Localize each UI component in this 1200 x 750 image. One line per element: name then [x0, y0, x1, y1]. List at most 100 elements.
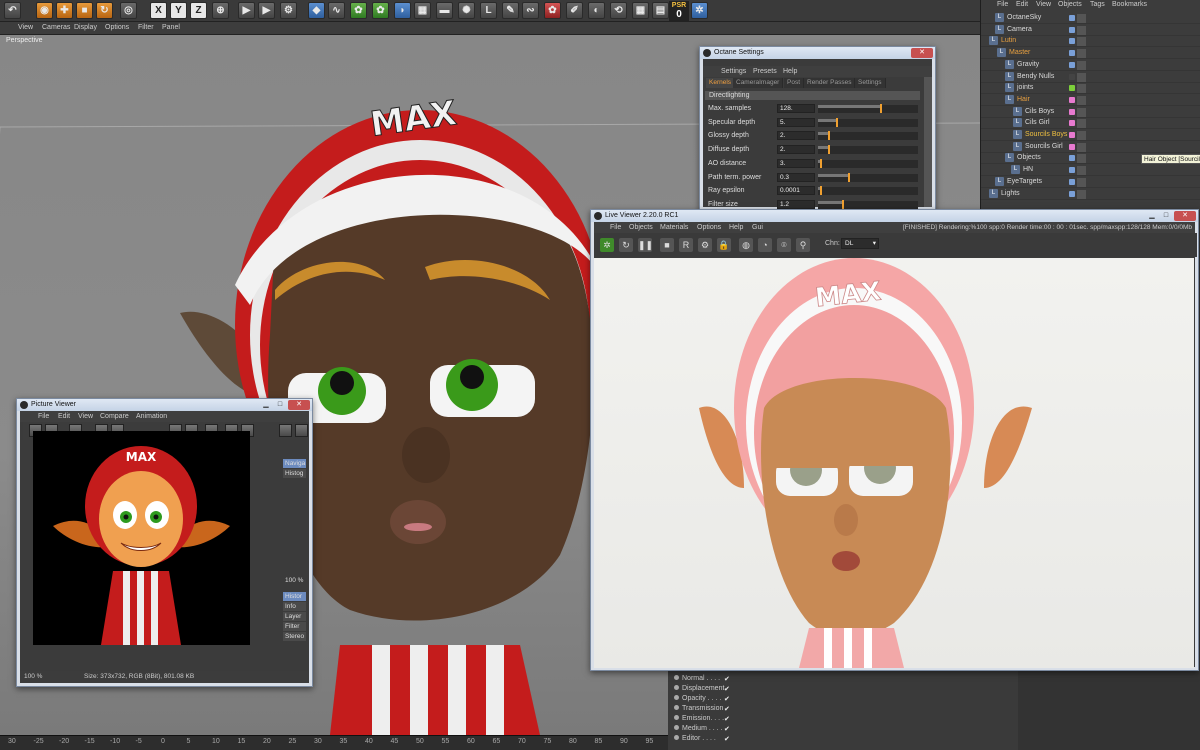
visibility-toggle[interactable] — [1077, 189, 1086, 199]
param-value-field[interactable]: 1.2 — [777, 199, 815, 209]
pv-tab-stereo[interactable]: Stereo — [283, 632, 306, 641]
pv-tab-filter[interactable]: Filter — [283, 622, 306, 631]
visibility-toggle[interactable] — [1077, 142, 1086, 152]
lv-menu-objects[interactable]: Objects — [629, 224, 653, 231]
octane-icon[interactable]: ✲ — [691, 2, 708, 19]
layer-color-swatch[interactable] — [1069, 108, 1075, 115]
rotate-icon[interactable]: ↻ — [96, 2, 113, 19]
layer-color-swatch[interactable] — [1069, 167, 1075, 174]
param-value-field[interactable]: 0.0001 — [777, 186, 815, 196]
param-slider[interactable] — [818, 186, 918, 196]
channel-medium[interactable]: Medium . . . . ✔ — [674, 725, 730, 733]
viewport-menu-filter[interactable]: Filter — [138, 24, 154, 31]
pv-tab-navigator[interactable]: Naviga — [283, 459, 306, 468]
layer-color-swatch[interactable] — [1069, 143, 1075, 150]
timeline-ruler[interactable]: 30 -25 -20 -15 -10 -5 0 5 10 15 20 25 30 35 40 45 50 55 60… — [0, 735, 683, 750]
live-viewer-titlebar[interactable]: Live Viewer 2.20.0 RC1 ▁ □ ✕ — [591, 210, 1198, 222]
visibility-toggle[interactable] — [1077, 14, 1086, 23]
tab-kernels[interactable]: Kernels — [706, 78, 736, 88]
object-picker-icon[interactable]: ⚲ — [796, 238, 810, 252]
tab-render-passes[interactable]: Render Passes — [804, 78, 856, 88]
visibility-toggle[interactable] — [1077, 72, 1086, 82]
region-render-icon[interactable]: R — [679, 238, 693, 252]
layer-color-swatch[interactable] — [1069, 50, 1075, 57]
param-slider[interactable] — [818, 117, 918, 127]
picture-viewer-close-button[interactable]: ✕ — [288, 400, 310, 410]
restart-render-icon[interactable]: ↻ — [619, 238, 633, 252]
spline-icon[interactable]: ∿ — [328, 2, 345, 19]
channel-displacement[interactable]: Displacement ✔ — [674, 685, 730, 693]
om-menu-edit[interactable]: Edit — [1016, 1, 1028, 8]
pv-zoom-field[interactable]: 100 % — [24, 673, 42, 680]
param-slider[interactable] — [818, 158, 918, 168]
visibility-toggle[interactable] — [1077, 166, 1086, 176]
object-row-hn[interactable]: L HN — [981, 165, 1200, 177]
layer-color-swatch[interactable] — [1069, 26, 1075, 33]
stop-render-icon[interactable]: ■ — [660, 238, 674, 252]
param-value-field[interactable]: 0.3 — [777, 172, 815, 182]
object-row-sourcils-boys[interactable]: L Sourcils Boys — [981, 130, 1200, 141]
param-value-field[interactable]: 128. — [777, 104, 815, 113]
octane-menu-help[interactable]: Help — [783, 68, 797, 75]
object-row-master[interactable]: L Master — [981, 48, 1200, 60]
object-row-lutin[interactable]: L Lutin — [981, 36, 1200, 48]
layer-color-swatch[interactable] — [1069, 38, 1075, 45]
render-view-icon[interactable]: ▶ — [238, 2, 255, 19]
layer-color-swatch[interactable] — [1069, 190, 1075, 197]
layout-icon[interactable]: ▤ — [652, 2, 669, 19]
channel-select[interactable]: DL ▾ — [841, 238, 879, 249]
x-axis-lock-button[interactable]: X — [150, 2, 167, 19]
settings-gear-icon[interactable]: ⚙ — [698, 238, 712, 252]
floor-icon[interactable]: ▦ — [414, 2, 431, 19]
param-slider[interactable] — [818, 199, 918, 209]
visibility-toggle[interactable] — [1077, 154, 1086, 164]
om-menu-view[interactable]: View — [1036, 1, 1051, 8]
slider-knob[interactable] — [828, 145, 830, 155]
om-menu-bookmarks[interactable]: Bookmarks — [1112, 1, 1147, 8]
channel-transmission[interactable]: Transmission ✔ — [674, 705, 730, 713]
render-settings-icon[interactable]: ⚙ — [280, 2, 297, 19]
psr-indicator[interactable]: PSR 0 — [669, 1, 689, 21]
pv-tab-histogram[interactable]: Histog — [283, 469, 306, 478]
octane-menu-presets[interactable]: Presets — [753, 68, 777, 75]
color-picker-icon[interactable]: ◔ — [758, 238, 772, 252]
viewport-menu-display[interactable]: Display — [74, 24, 97, 31]
layer-color-swatch[interactable] — [1069, 85, 1075, 92]
object-row-cils-boys[interactable]: L Cils Boys — [981, 106, 1200, 118]
object-row-camera[interactable]: L Camera — [981, 24, 1200, 36]
lock-icon[interactable]: 🔒 — [717, 238, 731, 252]
slider-knob[interactable] — [828, 131, 830, 141]
focus-picker-icon[interactable]: ⌾ — [777, 238, 791, 252]
om-menu-objects[interactable]: Objects — [1058, 1, 1082, 8]
picture-viewer-minimize-button[interactable]: ▁ — [260, 400, 272, 410]
layer-color-swatch[interactable] — [1069, 120, 1075, 127]
layer-color-swatch[interactable] — [1069, 96, 1075, 103]
viewport-menu-view[interactable]: View — [18, 24, 33, 31]
visibility-toggle[interactable] — [1077, 177, 1086, 187]
layer-color-swatch[interactable] — [1069, 15, 1075, 21]
direct-lighting-section[interactable]: Directlighting — [705, 91, 920, 100]
channel-opacity[interactable]: Opacity . . . . ✔ — [674, 695, 730, 703]
y-axis-lock-button[interactable]: Y — [170, 2, 187, 19]
octane-close-button[interactable]: ✕ — [911, 48, 933, 58]
cube-icon[interactable]: ◆ — [308, 2, 325, 19]
z-axis-lock-button[interactable]: Z — [190, 2, 207, 19]
lv-menu-options[interactable]: Options — [697, 224, 721, 231]
workplane-icon[interactable]: ⟲ — [610, 2, 627, 19]
live-viewer-minimize-button[interactable]: ▁ — [1146, 211, 1158, 221]
deformer-icon[interactable]: ◗ — [394, 2, 411, 19]
layer-color-swatch[interactable] — [1069, 178, 1075, 185]
undo-icon[interactable]: ↶ — [4, 2, 21, 19]
render-picture-viewer-icon[interactable]: ▶ — [258, 2, 275, 19]
visibility-toggle[interactable] — [1077, 107, 1086, 117]
pv-menu-animation[interactable]: Animation — [136, 413, 167, 420]
object-row-bendy-nulls[interactable]: L Bendy Nulls — [981, 71, 1200, 83]
object-row-gravity[interactable]: L Gravity — [981, 59, 1200, 71]
camera-icon[interactable]: ▬ — [436, 2, 453, 19]
picture-viewer-maximize-button[interactable]: □ — [274, 400, 286, 410]
param-slider[interactable] — [818, 145, 918, 155]
om-menu-tags[interactable]: Tags — [1090, 1, 1105, 8]
pv-tab-history[interactable]: Histor — [283, 592, 306, 601]
pv-tab-info[interactable]: Info — [283, 602, 306, 611]
visibility-toggle[interactable] — [1077, 25, 1086, 35]
